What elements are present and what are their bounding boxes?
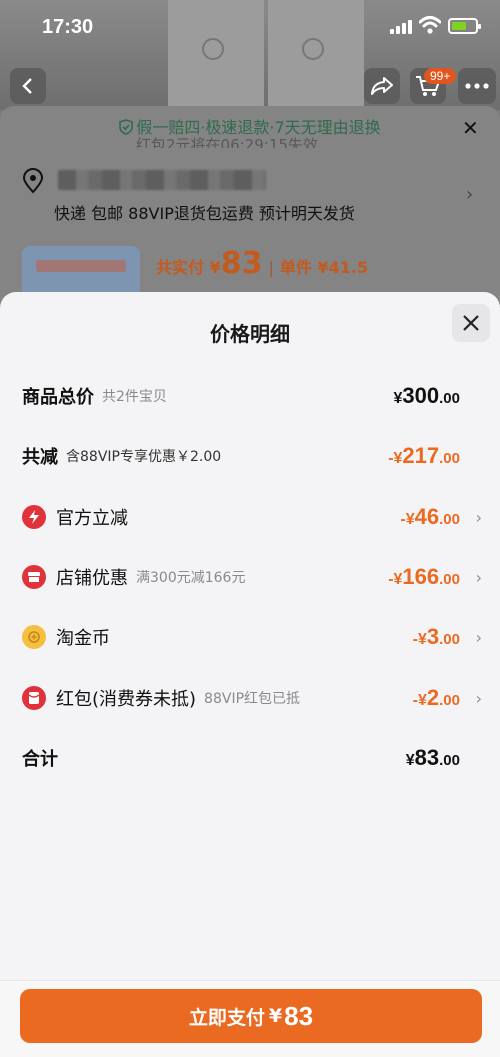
row-sub: 88VIP红包已抵 (204, 691, 301, 707)
price-row-official-discount[interactable]: 官方立减 -¥46.00 › (22, 502, 482, 532)
back-button[interactable] (10, 68, 46, 104)
row-sub: 共2件宝贝 (102, 389, 167, 405)
pay-summary: 共实付 ¥83 | 单件 ¥41.5 (156, 246, 369, 281)
row-label: 官方立减 (56, 508, 128, 529)
price-row-red-envelope[interactable]: 红包(消费券未抵) 88VIP红包已抵 -¥2.00 › (22, 683, 482, 713)
pay-total-label: 共实付 ¥ (156, 258, 221, 277)
chevron-right-icon: › (475, 627, 482, 647)
more-button[interactable] (458, 68, 496, 104)
pay-total-value: 83 (220, 246, 263, 281)
price-row-shop-discount[interactable]: 店铺优惠 满300元减166元 -¥166.00 › (22, 562, 482, 592)
price-row-grand-total: 合计 ¥83.00 (22, 743, 482, 773)
row-sub: 含88VIP专享优惠￥2.00 (66, 449, 222, 465)
shop-icon (22, 565, 46, 589)
row-amount: ¥83.00 (405, 745, 460, 770)
modal-title: 价格明细 (210, 322, 290, 346)
unit-price: 单件 ¥41.5 (279, 258, 369, 277)
pay-button-currency: ¥ (268, 1005, 283, 1027)
row-label: 店铺优惠 (56, 568, 128, 589)
pay-now-button[interactable]: 立即支付 ¥83 (20, 989, 482, 1043)
price-row-discount-total: 共减 含88VIP专享优惠￥2.00 -¥217.00 (22, 441, 482, 471)
price-row-taojinbi[interactable]: 淘金币 -¥3.00 › (22, 622, 482, 652)
row-label: 红包(消费券未抵) (56, 689, 197, 710)
row-label: 淘金币 (56, 628, 110, 649)
signal-icon (390, 20, 412, 34)
redpack-expiry-note: 红包2元将在06:29:15失效 (136, 136, 318, 148)
shield-check-icon (119, 119, 134, 135)
clock: 17:30 (42, 16, 94, 38)
row-sub: 满300元减166元 (136, 570, 246, 586)
row-amount: -¥2.00 (412, 685, 460, 710)
row-amount: ¥300.00 (393, 383, 460, 408)
row-label: 合计 (22, 749, 58, 770)
address-redacted[interactable] (58, 170, 266, 190)
chevron-right-icon: › (475, 507, 482, 527)
pay-button-label: 立即支付 (188, 1006, 265, 1029)
more-icon (465, 83, 489, 89)
location-pin-icon (22, 168, 44, 194)
lightning-icon (22, 505, 46, 529)
close-icon[interactable]: ✕ (462, 116, 479, 140)
price-row-total: 商品总价 共2件宝贝 ¥300.00 (22, 381, 482, 411)
price-detail-sheet: 价格明细 商品总价 共2件宝贝 ¥300.00 共减 含88VIP专享优惠￥2.… (0, 292, 500, 1057)
row-label: 共减 (22, 447, 58, 468)
shipping-info: 快递 包邮 88VIP退货包运费 预计明天发货 (54, 204, 355, 223)
status-bar: 17:30 (0, 0, 500, 54)
wifi-icon (419, 16, 441, 34)
chevron-right-icon: › (475, 688, 482, 708)
row-amount: -¥3.00 (412, 624, 460, 649)
row-label: 商品总价 (22, 387, 94, 408)
chevron-right-icon[interactable]: › (466, 184, 473, 205)
pay-button-amount: 83 (284, 1000, 314, 1031)
chevron-right-icon: › (475, 567, 482, 587)
row-amount: -¥46.00 (400, 504, 460, 529)
battery-icon (448, 18, 481, 34)
share-button[interactable] (364, 68, 400, 104)
row-amount: -¥166.00 (388, 564, 460, 589)
share-icon (371, 77, 393, 95)
coin-icon (22, 625, 46, 649)
bottom-bar: 立即支付 ¥83 (0, 980, 500, 1057)
cart-badge: 99+ (424, 68, 457, 84)
close-icon (463, 315, 479, 331)
chevron-left-icon (22, 78, 32, 94)
close-button[interactable] (452, 304, 490, 342)
red-envelope-icon (22, 686, 46, 710)
row-amount: -¥217.00 (388, 443, 460, 468)
